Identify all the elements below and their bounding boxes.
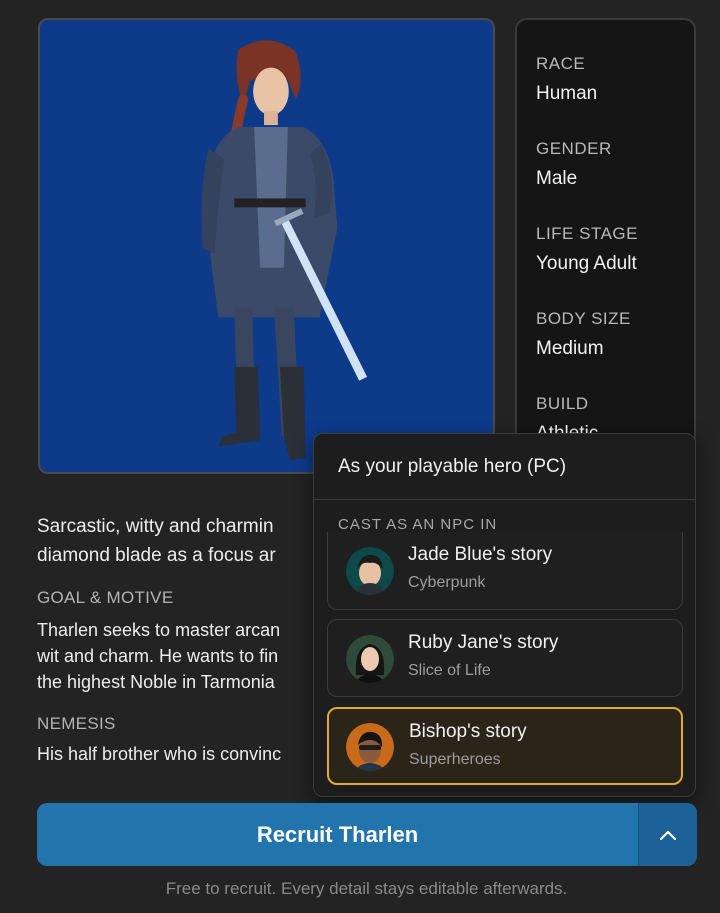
stat-body-size: BODY SIZE Medium (536, 309, 694, 394)
stat-label: BODY SIZE (536, 309, 631, 328)
stat-label: BUILD (536, 394, 589, 413)
nemesis-text: His half brother who is convinc (37, 741, 327, 767)
story-title: Ruby Jane's story (408, 632, 559, 653)
playable-hero-option[interactable]: As your playable hero (PC) (314, 434, 695, 500)
story-genre: Superheroes (409, 751, 501, 768)
nemesis-line: His half brother who is convinc (37, 744, 282, 764)
recruit-button[interactable]: Recruit Tharlen (37, 803, 638, 866)
goal-line: the highest Noble in Tarmonia (37, 672, 275, 692)
character-portrait (38, 18, 495, 474)
story-option-bishop[interactable]: Bishop's story Superheroes (327, 707, 683, 785)
recruit-options-menu: As your playable hero (PC) CAST AS AN NP… (313, 433, 696, 797)
goal-line: Tharlen seeks to master arcan (37, 620, 281, 640)
story-genre: Slice of Life (408, 662, 491, 679)
stat-race: RACE Human (536, 54, 694, 139)
stat-value: Medium (536, 338, 604, 359)
recruit-options-toggle[interactable] (638, 803, 697, 866)
stat-label: LIFE STAGE (536, 224, 638, 243)
avatar (346, 547, 394, 595)
character-description: Sarcastic, witty and charmin diamond bla… (37, 512, 327, 570)
avatar (346, 723, 394, 771)
story-option-jade-blue[interactable]: Jade Blue's story Cyberpunk (327, 532, 683, 610)
stat-value: Male (536, 168, 578, 189)
stat-value: Human (536, 83, 598, 104)
story-title: Jade Blue's story (408, 544, 553, 565)
goal-text: Tharlen seeks to master arcan wit and ch… (37, 617, 327, 695)
story-option-ruby-jane[interactable]: Ruby Jane's story Slice of Life (327, 619, 683, 697)
recruit-button-group: Recruit Tharlen (37, 803, 697, 866)
stat-label: GENDER (536, 139, 612, 158)
goal-label: GOAL & MOTIVE (37, 588, 174, 607)
story-genre: Cyberpunk (408, 574, 486, 591)
character-stats-panel: RACE Human GENDER Male LIFE STAGE Young … (515, 18, 696, 458)
nemesis-label: NEMESIS (37, 714, 116, 733)
description-line: diamond blade as a focus ar (37, 545, 276, 566)
recruit-footnote: Free to recruit. Every detail stays edit… (165, 879, 568, 898)
stat-label: RACE (536, 54, 586, 73)
goal-line: wit and charm. He wants to fin (37, 646, 279, 666)
character-illustration (40, 20, 493, 472)
description-line: Sarcastic, witty and charmin (37, 516, 274, 537)
stat-gender: GENDER Male (536, 139, 694, 224)
chevron-up-icon (659, 830, 677, 840)
stat-life-stage: LIFE STAGE Young Adult (536, 224, 694, 309)
story-title: Bishop's story (409, 721, 527, 742)
stat-value: Young Adult (536, 253, 637, 274)
avatar (346, 635, 394, 683)
